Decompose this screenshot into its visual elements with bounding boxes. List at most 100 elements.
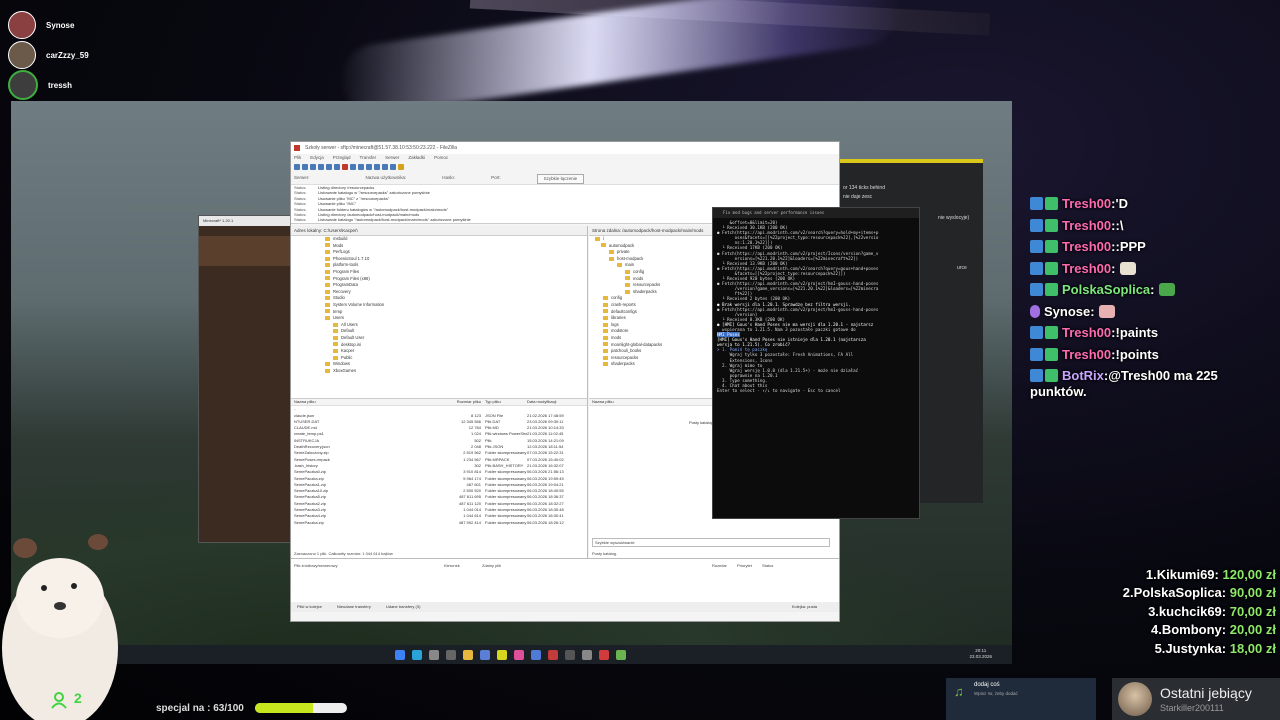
queue-col-header[interactable]: Priorytet [737, 563, 762, 568]
tree-node[interactable]: platform-tools [291, 262, 587, 269]
leaderboard-amount: 120,00 zł [1222, 567, 1277, 582]
minecraft-title: Minecraft* 1.20.1 [199, 216, 299, 226]
terminal-window[interactable]: Fix mod bugs and server performance issu… [712, 207, 920, 519]
app-icon[interactable] [514, 649, 524, 660]
leaderboard-amount: 18,00 zł [1229, 640, 1276, 656]
minecraft-window[interactable]: Minecraft* 1.20.1 [198, 215, 300, 543]
edge-icon[interactable] [412, 649, 422, 660]
menu-item[interactable]: Serwer [385, 155, 399, 160]
sync-browse-icon[interactable] [390, 164, 396, 170]
local-col-header[interactable]: Data modyfikacji [527, 399, 587, 405]
tab-queued-files[interactable]: Pliki w kolejce [297, 604, 322, 609]
tree-node-label: PhoenixSoul 1.7.10 [333, 255, 370, 261]
filezilla-taskbar-icon[interactable] [599, 649, 609, 660]
local-col-header[interactable]: Nazwa pliku [291, 399, 449, 405]
queue-col-header[interactable]: Plik źródłowy/serwerowy [294, 563, 444, 568]
process-queue-icon[interactable] [334, 164, 340, 170]
tree-node[interactable]: Default [291, 328, 587, 335]
tab-successful-transfers[interactable]: Udane transfery (3) [386, 604, 420, 609]
viewer-item: carZzzy_59 [8, 40, 89, 70]
compare-icon[interactable] [382, 164, 388, 170]
terminal-output[interactable]: &offset=0&limit=20) └ Received 30.1KB (2… [713, 218, 919, 512]
log-text: Listing directory /resourcepacks [318, 185, 375, 190]
app-icon[interactable] [582, 649, 592, 660]
tree-node[interactable]: Recovery [291, 289, 587, 296]
tree-node[interactable]: XboxGames [291, 368, 587, 375]
app-icon[interactable] [565, 649, 575, 660]
search-icon[interactable] [398, 164, 404, 170]
app-icon[interactable] [531, 649, 541, 660]
leaderboard-row: 1.Kikumi69: 120,00 zł [1123, 566, 1276, 584]
tree-node[interactable]: msbuild [291, 236, 587, 243]
tree-node[interactable]: Kacper [291, 348, 587, 355]
menu-item[interactable]: Transfer [360, 155, 377, 160]
toolbar-icon[interactable] [318, 164, 324, 170]
app-icon[interactable] [497, 649, 507, 660]
filter-icon[interactable] [374, 164, 380, 170]
tab-failed-transfers[interactable]: Nieudane transfery [337, 604, 371, 609]
chat-message: Tresh00: !points [1030, 344, 1275, 366]
chat-text: :\ [1115, 217, 1124, 233]
tree-node-label: Program Files [333, 268, 360, 274]
disconnect-icon[interactable] [350, 164, 356, 170]
tree-node-label: Public [341, 354, 353, 360]
tree-node[interactable]: System Volume Information [291, 302, 587, 309]
last-subscriber-widget: Ostatni jebiący Starkiller200111 [1112, 678, 1280, 720]
app-icon[interactable] [480, 649, 490, 660]
toolbar-icon[interactable] [310, 164, 316, 170]
menu-item[interactable]: Plik [294, 155, 301, 160]
menu-item[interactable]: Edycja [310, 155, 324, 160]
local-tree[interactable]: msbuild Mods PerfLogs PhoenixSoul 1.7.10 pla… [291, 236, 587, 399]
tree-node[interactable]: Users [291, 315, 587, 322]
tree-node-label: desktop.ini [341, 341, 362, 347]
tree-node[interactable]: All Users [291, 322, 587, 329]
tree-node[interactable]: Studio [291, 295, 587, 302]
queue-col-header[interactable]: Status [762, 563, 802, 568]
tree-node[interactable]: Mods [291, 243, 587, 250]
quickconnect-button[interactable]: Szybkie łączenie [536, 174, 585, 184]
tree-node[interactable]: PhoenixSoul 1.7.10 [291, 256, 587, 263]
local-address-bar[interactable]: Adres lokalny: C:\Users\Kacper\ [291, 226, 587, 236]
toolbar-icon[interactable] [302, 164, 308, 170]
tree-node[interactable]: Public [291, 355, 587, 362]
app-icon[interactable] [548, 649, 558, 660]
file-row[interactable]: SemePaczka.zip 487 592 414 Folder skompres… [291, 520, 587, 526]
tree-node[interactable]: Program Files [291, 269, 587, 276]
taskbar-clock[interactable]: 20:11 23.03.2026 [969, 648, 992, 660]
tree-node[interactable]: Windows [291, 361, 587, 368]
tree-node[interactable]: desktop.ini [291, 342, 587, 349]
refresh-icon[interactable] [326, 164, 332, 170]
menu-item[interactable]: Zakładki [408, 155, 425, 160]
folder-icon [325, 236, 330, 241]
tree-node[interactable]: PerfLogs [291, 249, 587, 256]
queue-col-header[interactable]: Kierunek [444, 563, 482, 568]
queue-col-header[interactable]: Rozmiar [712, 563, 737, 568]
local-file-list[interactable]: Nazwa pliku Rozmiar pliku Typ pliku Data mo… [291, 399, 587, 526]
local-status: Zaznaczono 1 plik. Całkowity rozmiar: 1 … [294, 551, 393, 556]
remote-quick-search[interactable]: Szybkie wyszukiwanie [592, 538, 830, 547]
transfer-queue[interactable]: Plik źródłowy/serwerowy Kierunek Zdalny pl… [291, 558, 839, 603]
sub-badge-icon [1045, 261, 1058, 275]
menu-item[interactable]: Pomoc [434, 155, 448, 160]
tree-node[interactable]: ProgramData [291, 282, 587, 289]
local-col-header[interactable]: Rozmiar pliku [449, 399, 485, 405]
start-icon[interactable] [395, 649, 405, 660]
filezilla-app-icon [294, 145, 300, 151]
settings-icon[interactable] [429, 649, 439, 660]
local-col-header[interactable]: Typ pliku [485, 399, 527, 405]
folder-icon [325, 243, 330, 248]
minecraft-taskbar-icon[interactable] [616, 649, 626, 660]
reconnect-icon[interactable] [358, 164, 364, 170]
cancel-icon[interactable] [342, 164, 348, 170]
queue-col-header[interactable]: Zdalny plik [482, 563, 712, 568]
tree-node-label: Users [333, 315, 344, 321]
toolbar-icon[interactable] [366, 164, 372, 170]
site-manager-icon[interactable] [294, 164, 300, 170]
menu-item[interactable]: Przegląd [333, 155, 351, 160]
tree-node[interactable]: temp [291, 309, 587, 316]
tree-node[interactable]: Default User [291, 335, 587, 342]
gear-icon[interactable] [446, 649, 456, 660]
file-explorer-icon[interactable] [463, 649, 473, 660]
terminal-line: wspierana to 1.21.5. Nam 3 pozostałe pac… [717, 326, 856, 332]
tree-node[interactable]: Program Files (x86) [291, 276, 587, 283]
